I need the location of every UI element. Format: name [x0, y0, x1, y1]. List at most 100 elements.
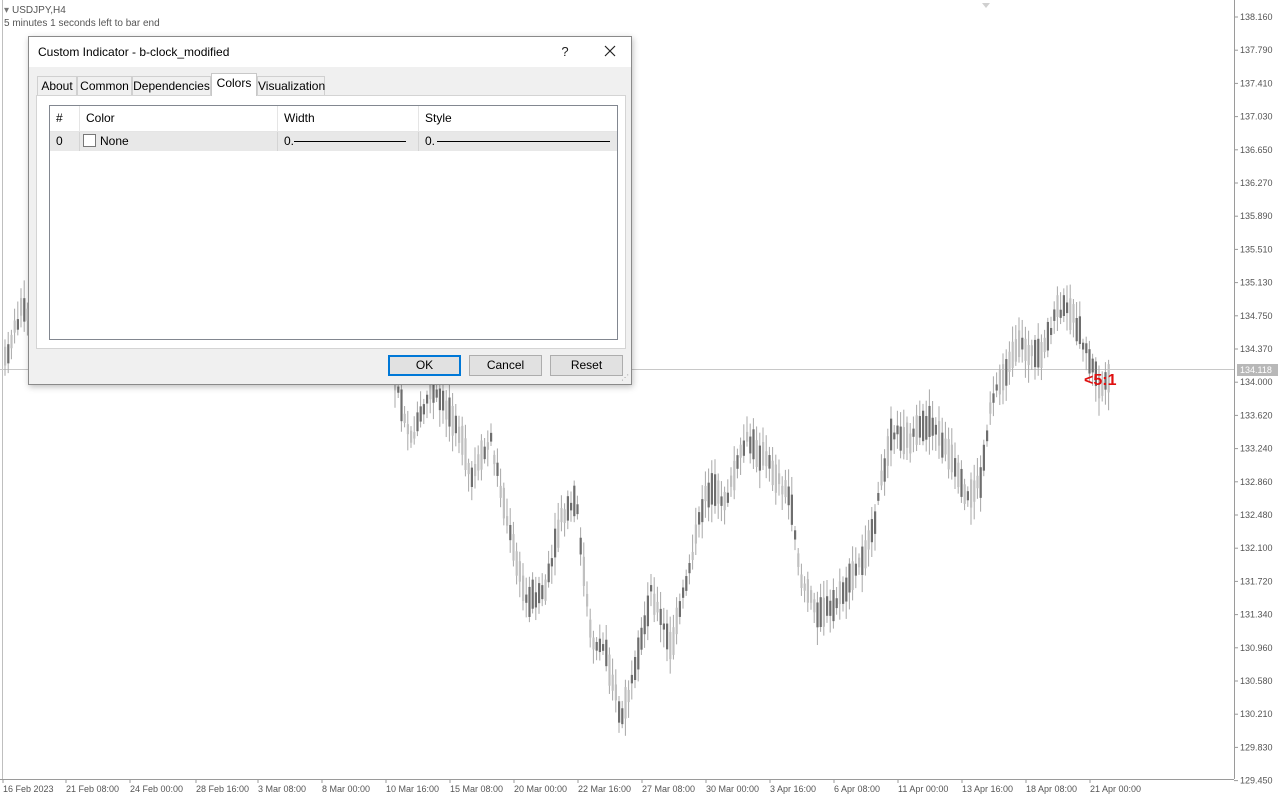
candle-body: [23, 298, 26, 322]
candle-body: [595, 641, 598, 651]
candle-body: [1066, 302, 1069, 314]
candle-body: [758, 445, 761, 471]
time-tick-label: 21 Apr 00:00: [1090, 784, 1141, 794]
price-tick-label: 135.510: [1240, 244, 1273, 254]
candle-body: [675, 607, 678, 635]
candle-body: [630, 674, 633, 684]
row-index: 0: [50, 132, 80, 151]
time-tick-label: 22 Mar 16:00: [578, 784, 631, 794]
candle-body: [1056, 295, 1059, 318]
candle-body: [701, 499, 704, 523]
candle-body: [544, 579, 547, 601]
candle-body: [442, 390, 445, 411]
price-tick-label: 130.960: [1240, 643, 1273, 653]
candle-body: [467, 462, 470, 475]
candle-body: [912, 428, 915, 437]
candle-body: [698, 512, 701, 525]
candle-body: [886, 436, 889, 466]
candle-body: [662, 623, 665, 630]
bar-timer-status: 5 minutes 1 seconds left to bar end: [4, 18, 160, 29]
candle-body: [970, 479, 973, 508]
candle-body: [883, 458, 886, 482]
candle-body: [822, 597, 825, 627]
candle-body: [787, 486, 790, 506]
tab-common[interactable]: Common: [77, 76, 132, 95]
time-tick-label: 28 Feb 16:00: [196, 784, 249, 794]
column-header-index[interactable]: #: [50, 106, 80, 131]
table-row[interactable]: 0 None 0. 0.: [50, 132, 617, 151]
candle-body: [979, 467, 982, 498]
time-tick-label: 24 Feb 00:00: [130, 784, 183, 794]
color-swatch[interactable]: [83, 134, 96, 147]
column-header-color[interactable]: Color: [80, 106, 278, 131]
reset-button[interactable]: Reset: [550, 355, 623, 376]
candle-body: [794, 530, 797, 540]
column-header-style[interactable]: Style: [419, 106, 617, 131]
price-tick-label: 136.270: [1240, 178, 1273, 188]
candle-body: [720, 496, 723, 506]
candle-body: [666, 623, 669, 650]
candle-body: [525, 594, 528, 603]
candle-body: [422, 404, 425, 415]
time-tick-label: 6 Apr 08:00: [834, 784, 880, 794]
candle-body: [931, 417, 934, 436]
bar-clock-label: <5:1: [1084, 372, 1117, 389]
ok-button[interactable]: OK: [388, 355, 461, 376]
candle-body: [902, 427, 905, 455]
candle-body: [733, 460, 736, 491]
candle-body: [938, 421, 941, 446]
column-header-width[interactable]: Width: [278, 106, 419, 131]
candle-body: [480, 440, 483, 470]
candle-body: [650, 585, 653, 592]
candle-body: [646, 595, 649, 627]
candle-body: [406, 424, 409, 435]
price-tick-label: 134.000: [1240, 377, 1273, 387]
candle-body: [438, 388, 441, 411]
help-button[interactable]: ?: [551, 41, 579, 63]
candle-body: [586, 593, 589, 607]
cancel-button[interactable]: Cancel: [469, 355, 542, 376]
candle-body: [506, 516, 509, 526]
candle-body: [634, 657, 637, 681]
tab-dependencies[interactable]: Dependencies: [132, 76, 211, 95]
candle-body: [755, 440, 758, 467]
grid-header: # Color Width Style: [50, 106, 617, 132]
tab-colors[interactable]: Colors: [211, 73, 257, 96]
candle-body: [659, 608, 662, 625]
candle-body: [624, 687, 627, 719]
candle-body: [477, 454, 480, 471]
candle-body: [973, 480, 976, 502]
candle-body: [614, 684, 617, 701]
candle-body: [845, 577, 848, 602]
candle-body: [810, 590, 813, 603]
candle-body: [566, 496, 569, 521]
width-line-sample: [294, 141, 406, 142]
tab-visualization[interactable]: Visualization: [257, 76, 325, 95]
candle-body: [800, 574, 803, 589]
price-tick-label: 131.720: [1240, 576, 1273, 586]
price-tick-label: 130.210: [1240, 709, 1273, 719]
chart-symbol: USDJPY,H4: [4, 4, 160, 17]
candle-body: [778, 473, 781, 485]
candle-body: [858, 557, 861, 568]
candle-body: [790, 494, 793, 525]
close-button[interactable]: [595, 41, 625, 63]
candle-body: [656, 601, 659, 613]
price-tick-label: 137.030: [1240, 112, 1273, 122]
candle-body: [995, 384, 998, 391]
resize-grip-icon[interactable]: ⋰: [621, 374, 629, 382]
tab-about[interactable]: About: [37, 76, 77, 95]
candle-body: [742, 440, 745, 456]
scroll-marker-icon: [982, 3, 990, 8]
candle-body: [957, 462, 960, 488]
candle-body: [826, 596, 829, 616]
candle-body: [483, 446, 486, 460]
width-cell[interactable]: 0.: [278, 132, 419, 151]
color-cell[interactable]: None: [80, 132, 278, 151]
candle-body: [762, 442, 765, 466]
price-tick-label: 137.410: [1240, 78, 1273, 88]
candle-body: [413, 432, 416, 439]
style-cell[interactable]: 0.: [419, 132, 617, 151]
candle-body: [723, 491, 726, 511]
dialog-titlebar[interactable]: Custom Indicator - b-clock_modified ?: [29, 37, 631, 67]
